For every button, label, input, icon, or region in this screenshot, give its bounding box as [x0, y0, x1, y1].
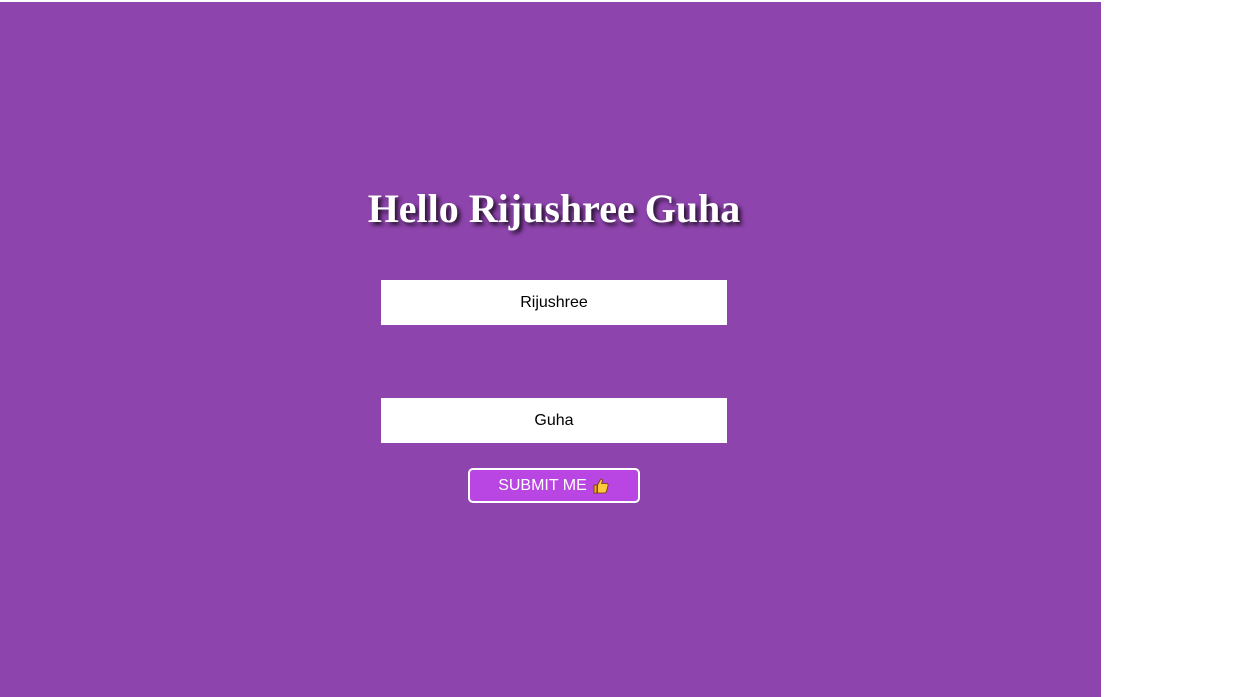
page-title: Hello Rijushree Guha: [367, 186, 741, 231]
main-panel: Hello Rijushree Guha SUBMIT ME: [0, 2, 1101, 697]
thumbs-up-icon: [592, 477, 610, 495]
last-name-input[interactable]: [381, 398, 727, 443]
submit-button-label: SUBMIT ME: [498, 476, 587, 494]
first-name-input[interactable]: [381, 280, 727, 325]
submit-button[interactable]: SUBMIT ME: [468, 468, 640, 503]
